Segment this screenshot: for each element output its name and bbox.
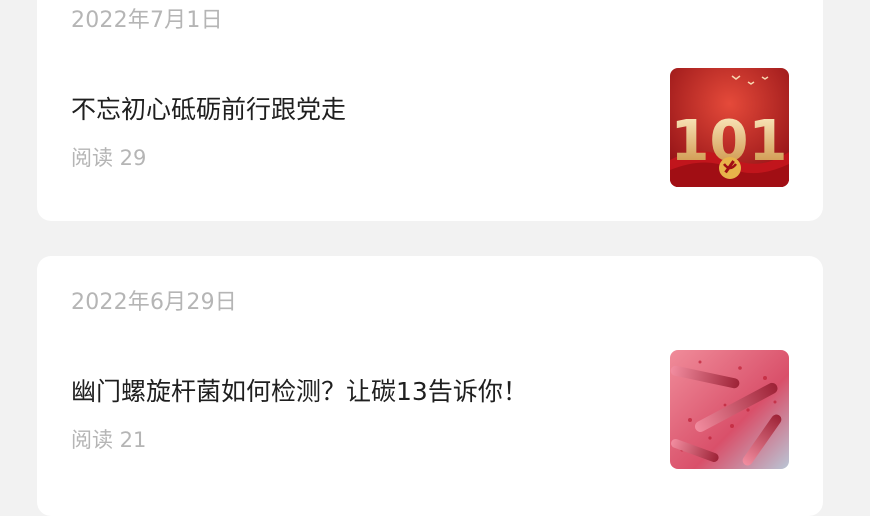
article-title[interactable]: 不忘初心砥砺前行跟党走 [71,90,346,126]
read-count: 阅读 21 [71,428,147,452]
article-date: 2022年6月29日 [71,290,237,315]
read-count: 阅读 29 [71,146,147,170]
article-card[interactable]: 2022年7月1日 不忘初心砥砺前行跟党走 阅读 29 101 [37,0,823,221]
article-thumbnail[interactable]: 101 [670,68,789,187]
article-card[interactable]: 2022年6月29日 幽门螺旋杆菌如何检测？让碳13告诉你！ 阅读 21 [37,256,823,516]
party-emblem-icon [719,157,741,179]
article-date: 2022年7月1日 [71,8,223,33]
article-thumbnail[interactable] [670,350,789,469]
bacteria-image [670,350,789,469]
article-title[interactable]: 幽门螺旋杆菌如何检测？让碳13告诉你！ [71,372,528,408]
